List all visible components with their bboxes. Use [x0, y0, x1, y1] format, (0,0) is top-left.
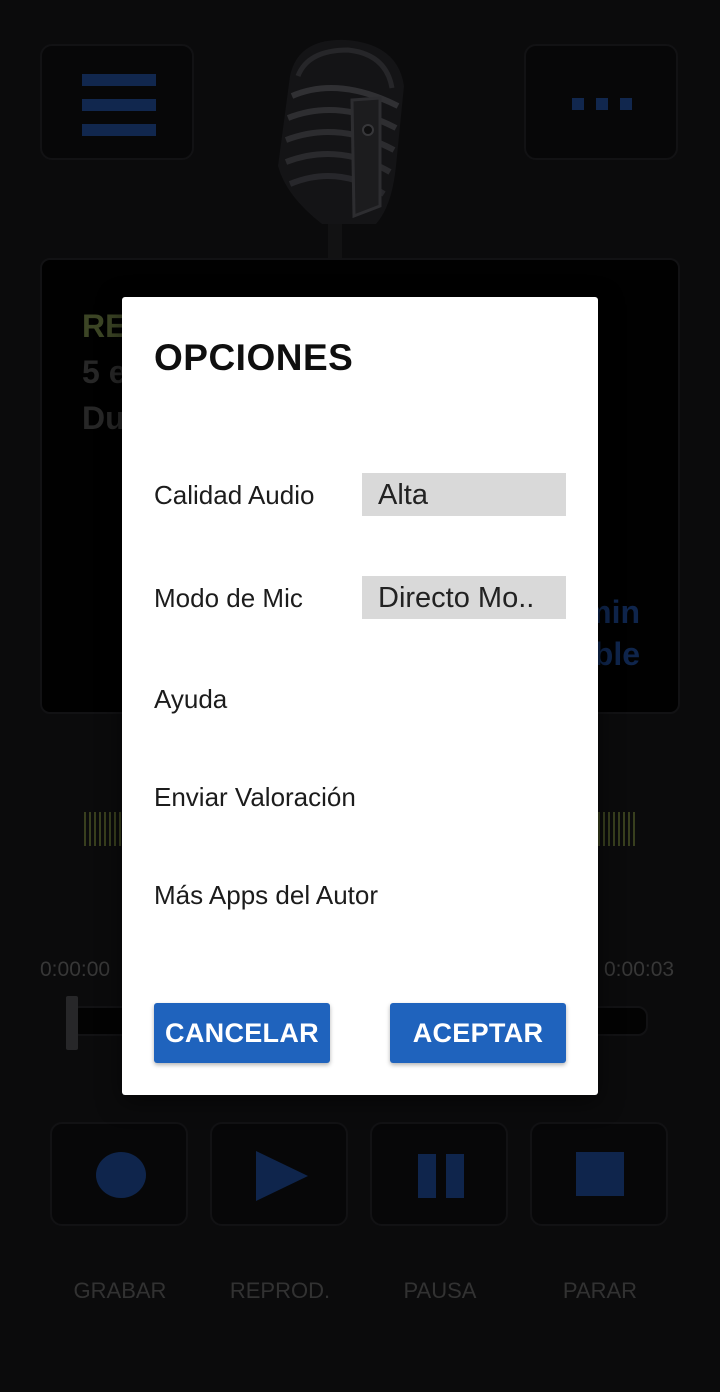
accept-button[interactable]: ACEPTAR	[390, 1003, 566, 1063]
mic-mode-select[interactable]: Directo Mo..	[362, 576, 566, 619]
audio-quality-label: Calidad Audio	[154, 480, 315, 510]
audio-quality-select[interactable]: Alta	[362, 473, 566, 516]
options-dialog: OPCIONES Calidad Audio Alta Modo de Mic …	[122, 297, 598, 1095]
cancel-button[interactable]: CANCELAR	[154, 1003, 330, 1063]
more-apps-option[interactable]: Más Apps del Autor	[154, 880, 378, 911]
help-option[interactable]: Ayuda	[154, 684, 227, 715]
dialog-title: OPCIONES	[154, 337, 354, 378]
rate-app-option[interactable]: Enviar Valoración	[154, 782, 356, 813]
mic-mode-label: Modo de Mic	[154, 583, 303, 613]
